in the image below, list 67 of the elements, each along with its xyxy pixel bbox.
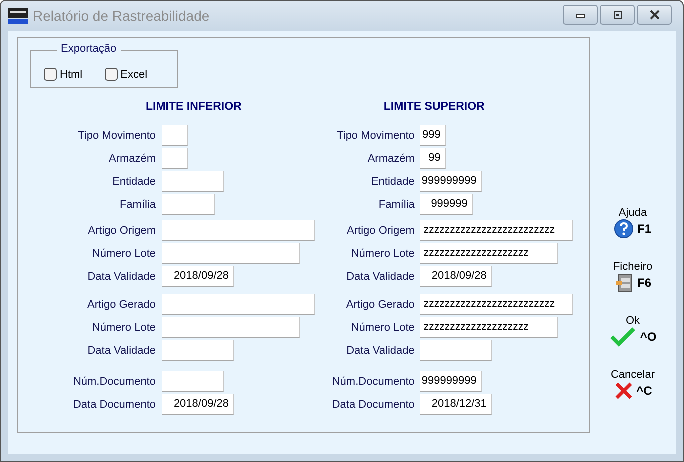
field-label: Armazém xyxy=(366,152,415,164)
input-field[interactable]: zzzzzzzzzzzzzzzzzzzzzzzzz xyxy=(420,220,573,241)
field-label: Data Validade xyxy=(86,270,156,282)
field-label: Família xyxy=(378,198,415,210)
input-field[interactable] xyxy=(162,148,188,169)
input-field[interactable]: zzzzzzzzzzzzzzzzzzzzzzzzz xyxy=(420,294,573,315)
field-label: Artigo Origem xyxy=(346,224,415,236)
field-label: Armazém xyxy=(108,152,156,164)
field-label: Número Lote xyxy=(350,322,415,334)
input-field[interactable] xyxy=(162,294,315,315)
field-label: Número Lote xyxy=(350,248,415,260)
help-icon xyxy=(614,219,634,239)
checkmark-icon xyxy=(609,327,638,347)
cancel-button[interactable]: Cancelar ^C xyxy=(610,369,656,401)
ok-button[interactable]: Ok ^O xyxy=(609,315,657,347)
input-field[interactable]: zzzzzzzzzzzzzzzzzzzz xyxy=(420,317,558,338)
input-field[interactable]: 2018/09/28 xyxy=(162,266,234,287)
maximize-button[interactable] xyxy=(600,5,635,25)
groupbox-title: Exportação xyxy=(57,43,121,55)
input-field[interactable] xyxy=(162,340,234,361)
input-field[interactable] xyxy=(162,371,224,392)
close-button[interactable] xyxy=(637,5,672,25)
field-label: Núm.Documento xyxy=(331,376,415,388)
field-label: Artigo Gerado xyxy=(345,298,415,310)
field-label: Data Documento xyxy=(72,398,156,410)
field-label: Data Documento xyxy=(331,398,415,410)
input-field[interactable]: zzzzzzzzzzzzzzzzzzzz xyxy=(420,243,558,264)
input-field[interactable]: 99 xyxy=(420,148,446,169)
field-label: Data Validade xyxy=(86,344,156,356)
input-field[interactable] xyxy=(162,317,300,338)
field-label: Número Lote xyxy=(91,248,156,260)
section-heading: LIMITE SUPERIOR xyxy=(384,101,485,113)
field-label: Data Validade xyxy=(346,344,415,356)
field-label: Artigo Gerado xyxy=(86,298,156,310)
input-field[interactable] xyxy=(162,125,188,146)
input-field[interactable]: 999999999 xyxy=(420,371,482,392)
window-title: Relatório de Rastreabilidade xyxy=(33,8,211,24)
minimize-button[interactable] xyxy=(563,5,598,25)
field-label: Artigo Origem xyxy=(87,224,156,236)
file-cabinet-icon xyxy=(614,273,634,293)
close-icon xyxy=(648,10,662,20)
input-field[interactable] xyxy=(162,243,300,264)
section-heading: LIMITE INFERIOR xyxy=(146,101,242,113)
input-field[interactable]: 999999 xyxy=(420,194,473,215)
input-field[interactable] xyxy=(162,194,215,215)
field-label: Família xyxy=(118,198,156,210)
export-checkbox[interactable]: Excel xyxy=(104,62,148,87)
field-label: Núm.Documento xyxy=(72,376,156,388)
field-label: Número Lote xyxy=(91,322,156,334)
field-label: Data Validade xyxy=(346,270,415,282)
input-field[interactable] xyxy=(162,220,315,241)
export-checkbox[interactable]: Html xyxy=(44,62,83,87)
input-field[interactable]: 999999999 xyxy=(420,171,482,192)
input-field[interactable]: 2018/12/31 xyxy=(420,394,492,415)
input-field[interactable] xyxy=(162,171,224,192)
help-button[interactable]: Ajuda F1 xyxy=(614,207,652,239)
field-label: Entidade xyxy=(112,176,156,188)
field-label: Tipo Movimento xyxy=(336,130,415,142)
input-field[interactable]: 2018/09/28 xyxy=(420,266,492,287)
input-field[interactable]: 2018/09/28 xyxy=(162,394,234,415)
close-icon xyxy=(614,381,634,401)
field-label: Tipo Movimento xyxy=(77,130,156,142)
file-button[interactable]: Ficheiro F6 xyxy=(613,261,653,293)
app-icon xyxy=(8,8,28,24)
input-field[interactable] xyxy=(420,340,492,361)
field-label: Entidade xyxy=(370,176,415,188)
input-field[interactable]: 999 xyxy=(420,125,446,146)
